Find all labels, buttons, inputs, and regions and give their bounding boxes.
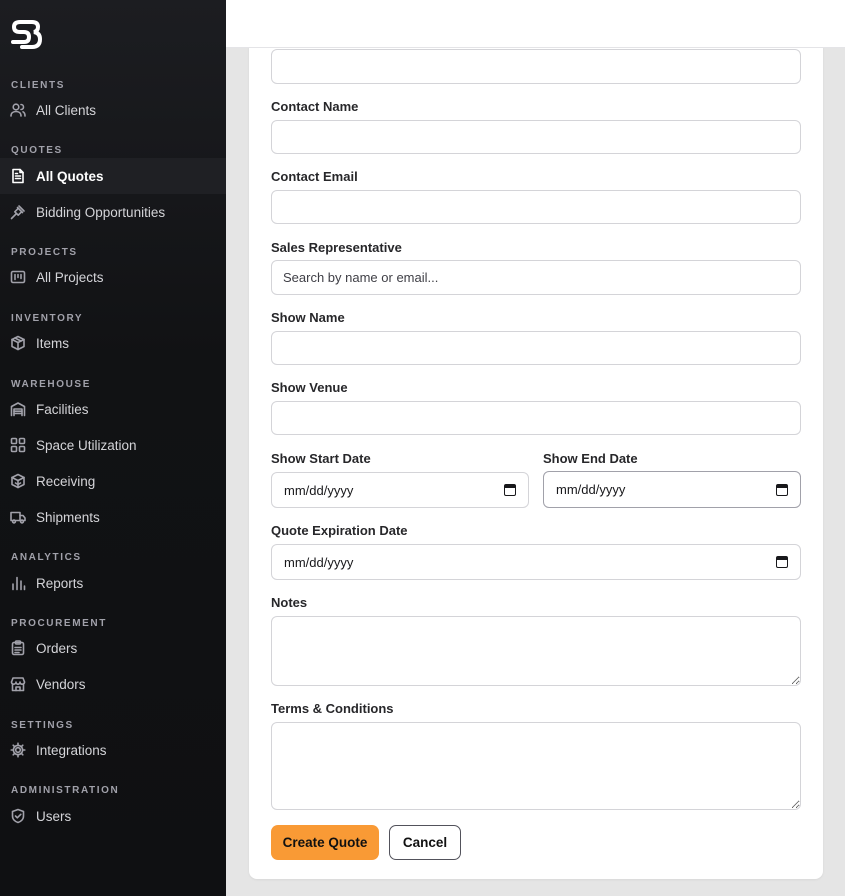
sb-logo-icon[interactable] xyxy=(10,20,42,50)
sidebar-item-facilities[interactable]: Facilities xyxy=(0,391,226,427)
contact-email-label: Contact Email xyxy=(271,169,358,184)
sidebar-item-label: All Clients xyxy=(36,102,97,118)
quote-expiration-date-field[interactable]: mm/dd/yyyy xyxy=(271,544,801,580)
date-placeholder: mm/dd/yyyy xyxy=(284,554,354,570)
date-placeholder: mm/dd/yyyy xyxy=(556,482,626,497)
notes-label: Notes xyxy=(271,595,308,610)
sidebar-item-label: Orders xyxy=(36,640,78,656)
bar-chart-icon xyxy=(10,575,26,591)
sidebar-item-receiving[interactable]: Receiving xyxy=(0,463,226,499)
truck-icon xyxy=(10,509,26,525)
sidebar-item-label: Reports xyxy=(36,575,84,591)
sidebar-item-bidding-opportunities[interactable]: Bidding Opportunities xyxy=(0,194,226,230)
show-start-date-label: Show Start Date xyxy=(271,451,371,466)
store-icon xyxy=(10,676,26,692)
sidebar-item-space-utilization[interactable]: Space Utilization xyxy=(0,427,226,463)
section-label-procurement: PROCUREMENT xyxy=(11,618,107,629)
sidebar-item-label: Bidding Opportunities xyxy=(36,204,166,220)
section-label-projects: PROJECTS xyxy=(11,247,78,258)
sidebar: CLIENTS All Clients QUOTES All Quotes Bi… xyxy=(0,0,226,896)
contact-name-label: Contact Name xyxy=(271,99,359,114)
contact-name-field[interactable] xyxy=(271,120,801,154)
section-label-warehouse: WAREHOUSE xyxy=(11,379,91,390)
section-label-clients: CLIENTS xyxy=(11,80,65,91)
company-field[interactable] xyxy=(271,49,801,84)
show-end-date-field[interactable]: mm/dd/yyyy xyxy=(543,471,801,508)
users-icon xyxy=(10,102,26,118)
gavel-icon xyxy=(10,204,26,220)
sidebar-item-reports[interactable]: Reports xyxy=(0,565,226,601)
section-label-quotes: QUOTES xyxy=(11,145,63,156)
sidebar-item-orders[interactable]: Orders xyxy=(0,630,226,666)
quote-expiration-date-label: Quote Expiration Date xyxy=(271,523,408,538)
sidebar-item-vendors[interactable]: Vendors xyxy=(0,666,226,702)
warehouse-icon xyxy=(10,401,26,417)
shield-icon xyxy=(10,808,26,824)
show-start-date-field[interactable]: mm/dd/yyyy xyxy=(271,472,529,508)
sidebar-item-all-quotes[interactable]: All Quotes xyxy=(0,158,226,194)
document-icon xyxy=(10,168,26,184)
sales-rep-search-input[interactable] xyxy=(271,260,801,295)
sidebar-item-label: Receiving xyxy=(36,473,96,489)
sales-rep-label: Sales Representative xyxy=(271,240,402,255)
clipboard-icon xyxy=(10,640,26,656)
cancel-button[interactable]: Cancel xyxy=(389,825,461,860)
show-name-label: Show Name xyxy=(271,310,345,325)
section-label-inventory: INVENTORY xyxy=(11,313,84,324)
sidebar-item-all-projects[interactable]: All Projects xyxy=(0,259,226,295)
create-quote-button[interactable]: Create Quote xyxy=(271,825,379,860)
show-name-field[interactable] xyxy=(271,331,801,365)
gear-icon xyxy=(10,742,26,758)
box-in-icon xyxy=(10,473,26,489)
sidebar-item-all-clients[interactable]: All Clients xyxy=(0,92,226,128)
top-bar xyxy=(226,0,845,48)
sidebar-item-shipments[interactable]: Shipments xyxy=(0,499,226,535)
sidebar-item-label: Items xyxy=(36,335,70,351)
kanban-icon xyxy=(10,269,26,285)
sidebar-item-integrations[interactable]: Integrations xyxy=(0,732,226,768)
sidebar-item-users[interactable]: Users xyxy=(0,798,226,834)
date-placeholder: mm/dd/yyyy xyxy=(284,482,354,498)
calendar-icon[interactable] xyxy=(776,556,788,568)
show-venue-field[interactable] xyxy=(271,401,801,435)
show-end-date-label: Show End Date xyxy=(543,451,638,466)
sidebar-item-label: All Projects xyxy=(36,269,104,285)
calendar-icon[interactable] xyxy=(504,484,516,496)
section-label-administration: ADMINISTRATION xyxy=(11,785,120,796)
show-venue-label: Show Venue xyxy=(271,380,348,395)
calendar-icon[interactable] xyxy=(776,483,788,496)
notes-textarea[interactable] xyxy=(271,616,801,686)
sidebar-item-label: Vendors xyxy=(36,676,86,692)
sidebar-item-label: Space Utilization xyxy=(36,437,137,453)
contact-email-field[interactable] xyxy=(271,190,801,224)
grid-icon xyxy=(10,437,26,453)
section-label-analytics: ANALYTICS xyxy=(11,552,82,563)
terms-textarea[interactable] xyxy=(271,722,801,810)
package-icon xyxy=(10,335,26,351)
sidebar-item-label: Integrations xyxy=(36,742,107,758)
sidebar-item-label: Shipments xyxy=(36,509,100,525)
section-label-settings: SETTINGS xyxy=(11,720,74,731)
sidebar-item-label: All Quotes xyxy=(36,168,104,184)
sidebar-item-items[interactable]: Items xyxy=(0,325,226,361)
sidebar-item-label: Users xyxy=(36,808,72,824)
terms-label: Terms & Conditions xyxy=(271,701,394,716)
sidebar-item-label: Facilities xyxy=(36,401,89,417)
